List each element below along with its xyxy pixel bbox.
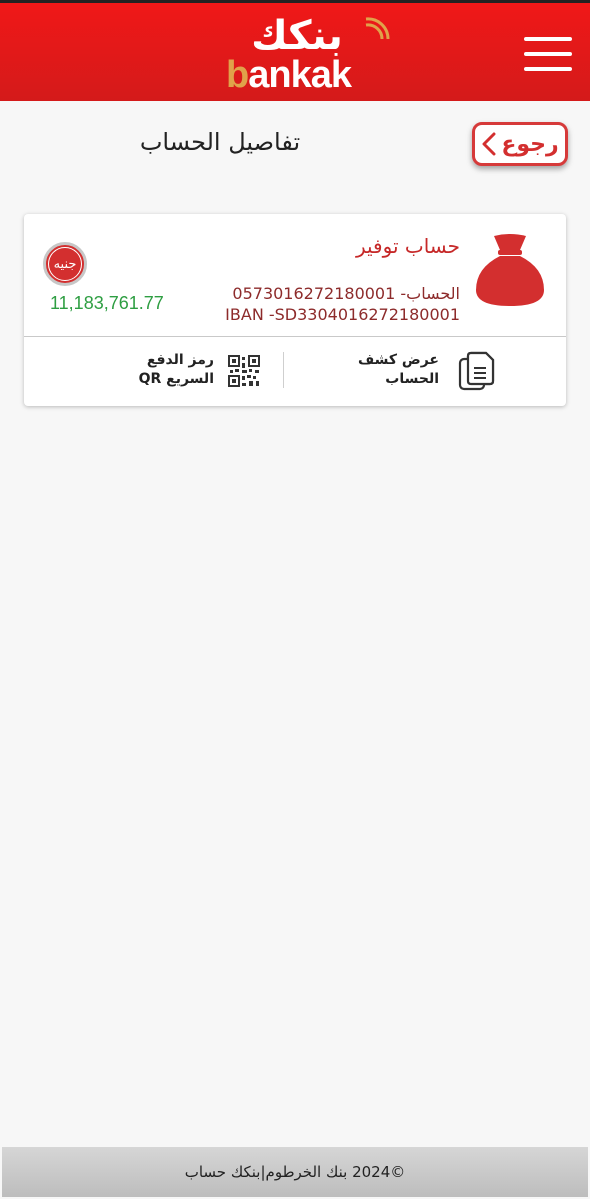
qr-label: رمز الدفع السريع QR (138, 352, 214, 387)
account-type: حساب توفير (355, 234, 460, 258)
currency-label: جنيه (53, 256, 77, 272)
footer: ©2024 بنك الخرطوم|بنكك حساب (2, 1147, 588, 1197)
account-card: حساب توفير الحساب- 0573016272180001 IBAN… (24, 214, 566, 406)
logo-english-text: bankak (226, 54, 352, 96)
bankak-logo: بنكك bankak (222, 11, 392, 97)
back-button[interactable]: رجوع (472, 122, 568, 166)
statement-label: عرض كشف الحساب (357, 352, 439, 387)
currency-badge: جنيه (43, 242, 87, 286)
document-copy-icon (458, 351, 495, 391)
view-statement-button[interactable]: عرض كشف الحساب (294, 337, 566, 406)
back-label: رجوع (501, 131, 559, 157)
chevron-left-icon (482, 132, 496, 156)
account-balance: 11,183,761.77 (50, 293, 164, 313)
money-bag-icon (476, 234, 544, 306)
account-number: الحساب- 0573016272180001 (232, 284, 460, 303)
page-title: تفاصيل الحساب (139, 128, 301, 156)
qr-code-button[interactable]: رمز الدفع السريع QR (24, 337, 282, 406)
app-header: بنكك bankak (0, 0, 590, 101)
hamburger-menu-icon[interactable] (524, 37, 572, 73)
iban-number: IBAN -SD3304016272180001 (225, 305, 460, 324)
qr-code-icon (228, 355, 260, 387)
footer-text: ©2024 بنك الخرطوم|بنكك حساب (184, 1163, 406, 1181)
wifi-signal-icon (365, 17, 390, 40)
action-divider (283, 352, 284, 388)
